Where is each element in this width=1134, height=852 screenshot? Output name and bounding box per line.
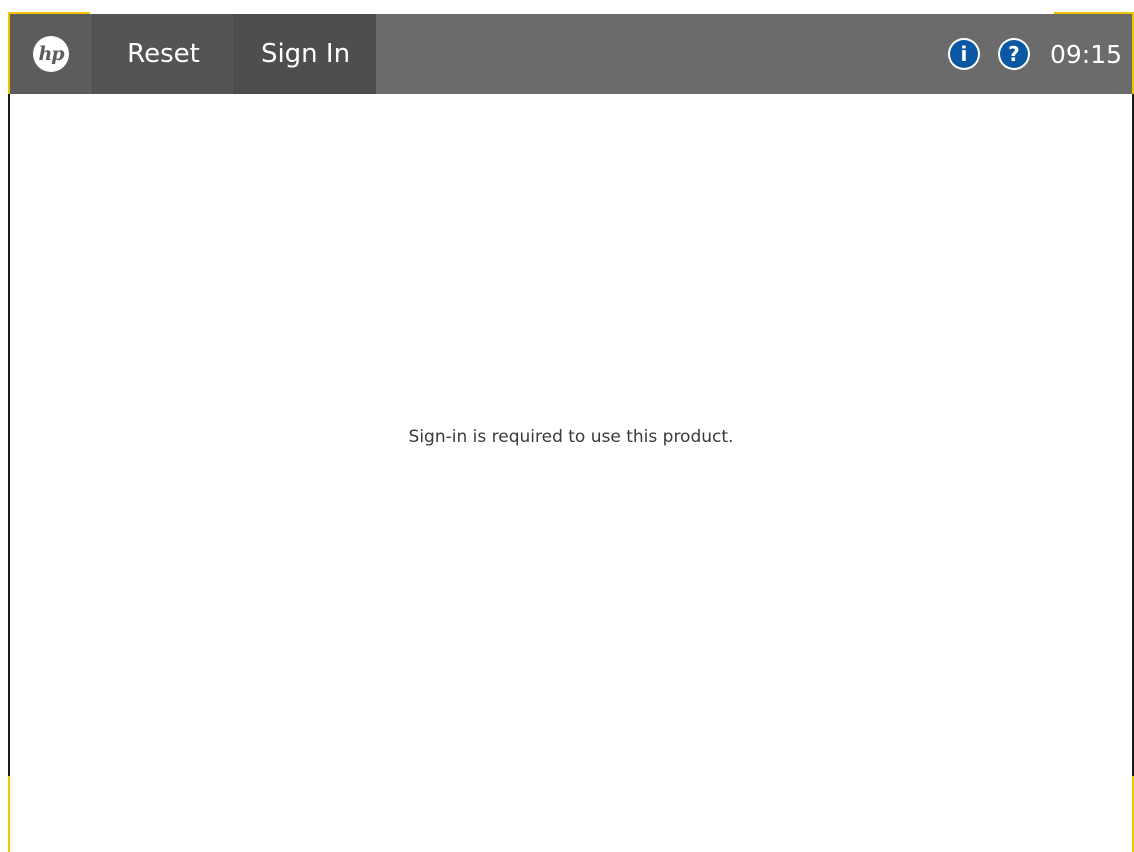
clock: 09:15 <box>1049 39 1122 69</box>
device-screen: hp Reset Sign In i ? 09:15 Sign-in is re <box>0 0 1134 852</box>
main-content: Sign-in is required to use this product. <box>10 94 1132 852</box>
info-button[interactable]: i <box>947 38 980 70</box>
sign-in-button-label: Sign In <box>260 39 351 69</box>
hp-logo-icon: hp <box>33 36 69 72</box>
top-bar-tools: i ? 09:15 <box>947 14 1132 94</box>
reset-button-label: Reset <box>127 39 200 69</box>
help-symbol: ? <box>1008 42 1020 66</box>
help-icon: ? <box>999 40 1028 68</box>
hp-logo-text: hp <box>38 43 64 65</box>
sign-in-button[interactable]: Sign In <box>234 14 376 94</box>
home-button[interactable]: hp <box>10 14 92 94</box>
info-symbol: i <box>960 42 968 66</box>
top-bar: hp Reset Sign In i ? 09:15 <box>10 14 1132 94</box>
top-bar-spacer <box>376 14 948 94</box>
info-icon: i <box>949 40 978 68</box>
reset-button[interactable]: Reset <box>92 14 234 94</box>
sign-in-required-message: Sign-in is required to use this product. <box>408 427 734 447</box>
help-button[interactable]: ? <box>997 38 1030 70</box>
